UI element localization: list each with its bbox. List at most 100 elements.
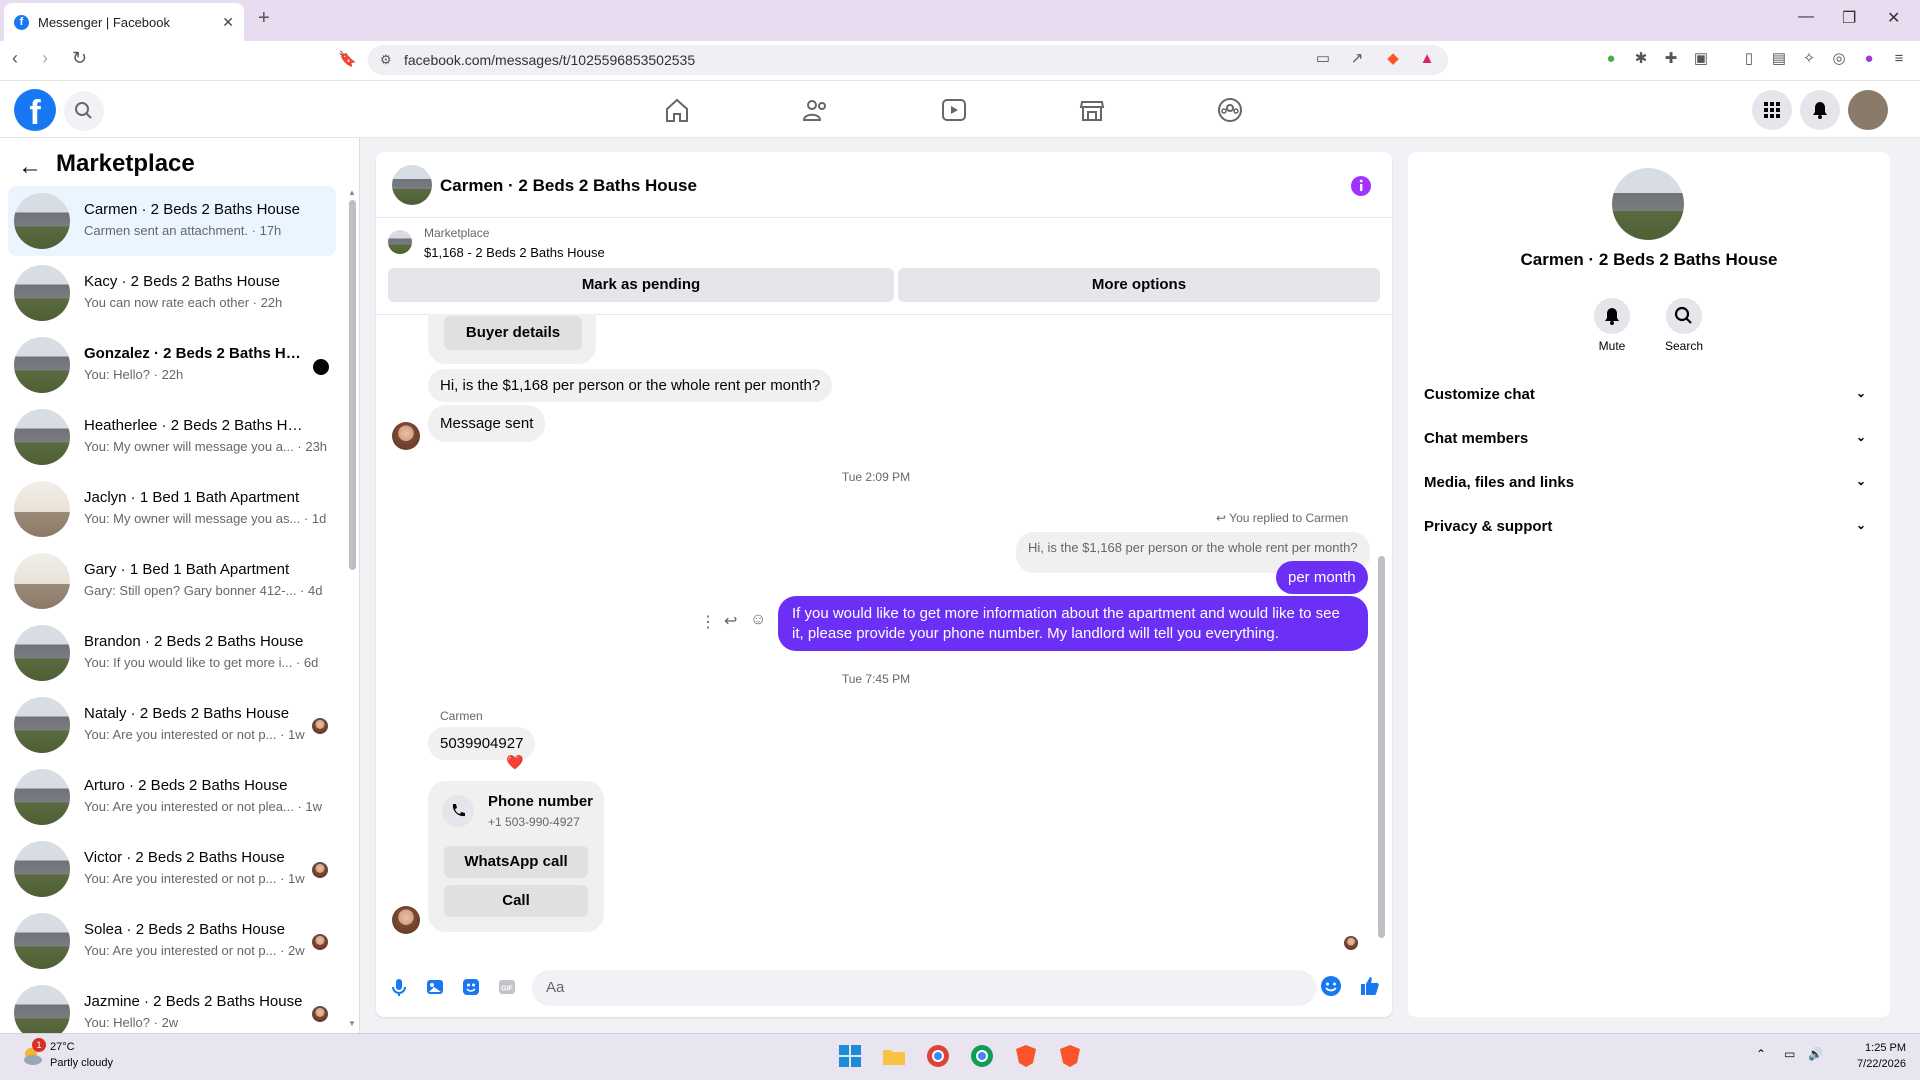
browser-tab[interactable]: f Messenger | Facebook ✕ (4, 3, 244, 41)
extension-box-icon[interactable]: ▣ (1692, 50, 1710, 68)
groups-icon[interactable] (1214, 96, 1246, 124)
message-per-month[interactable]: per month (1276, 561, 1368, 594)
conversation-avatar (14, 625, 70, 681)
chat-members-section[interactable]: Chat members ⌄ (1424, 430, 1876, 447)
reload-icon[interactable]: ↻ (72, 48, 87, 69)
brave-browser-2-icon[interactable] (1056, 1042, 1084, 1070)
message-input[interactable]: Aa (532, 970, 1316, 1006)
chat-avatar[interactable] (392, 165, 432, 205)
privacy-support-section[interactable]: Privacy & support ⌄ (1424, 518, 1876, 535)
wallet-icon[interactable]: ▤ (1770, 50, 1788, 68)
heart-reaction-icon[interactable]: ❤️ (506, 754, 523, 771)
sidebar-toggle-icon[interactable]: ▯ (1740, 50, 1758, 68)
notifications-button[interactable] (1800, 90, 1840, 130)
site-info-icon[interactable]: ⚙ (380, 45, 392, 75)
tray-chevron-icon[interactable]: ⌃ (1756, 1047, 1766, 1061)
more-actions-icon[interactable]: ⋮ (700, 612, 716, 632)
weather-temp: 27°C (50, 1041, 75, 1053)
weather-widget[interactable]: 1 (18, 1038, 46, 1068)
chat-scrollbar-thumb[interactable] (1378, 556, 1385, 938)
leo-ai-icon[interactable]: ✧ (1800, 50, 1818, 68)
carmen-avatar-small[interactable] (392, 422, 420, 450)
forward-icon[interactable]: › (42, 48, 48, 69)
watch-icon[interactable] (938, 96, 970, 124)
conversation-item[interactable]: Jaclyn · 1 Bed 1 Bath Apartment You: My o… (8, 474, 336, 544)
share-icon[interactable]: ↗ (1348, 50, 1366, 68)
tab-close-icon[interactable]: ✕ (222, 14, 234, 31)
conversation-item[interactable]: Gonzalez · 2 Beds 2 Baths Ho... You: Hell… (8, 330, 336, 400)
windows-start-icon[interactable] (836, 1042, 864, 1070)
extension-icon[interactable]: ✱ (1632, 50, 1650, 68)
conversation-item[interactable]: Brandon · 2 Beds 2 Baths House You: If yo… (8, 618, 336, 688)
brave-shield-icon[interactable]: ◆ (1384, 50, 1402, 68)
reply-action-icon[interactable]: ↩ (724, 611, 737, 631)
call-button[interactable]: Call (444, 885, 588, 917)
info-icon[interactable] (1350, 175, 1372, 197)
back-arrow-icon[interactable]: ← (18, 153, 42, 181)
bookmark-icon[interactable]: 🔖 (338, 50, 357, 68)
media-files-section[interactable]: Media, files and links ⌄ (1424, 474, 1876, 491)
menu-grid-button[interactable] (1752, 90, 1792, 130)
brave-rewards-icon[interactable]: ▲ (1418, 50, 1436, 68)
profile-icon[interactable]: ● (1860, 50, 1878, 68)
conversation-item[interactable]: Heatherlee · 2 Beds 2 Baths House You: My… (8, 402, 336, 472)
network-icon[interactable]: ▭ (1784, 1047, 1795, 1061)
conversation-item[interactable]: Gary · 1 Bed 1 Bath Apartment Gary: Still… (8, 546, 336, 616)
more-options-button[interactable]: More options (898, 268, 1380, 302)
window-close-icon[interactable]: ✕ (1887, 8, 1900, 28)
sticker-icon[interactable] (460, 976, 482, 998)
restore-icon[interactable]: ❐ (1842, 8, 1856, 28)
marketplace-icon[interactable] (1076, 96, 1108, 124)
conversation-item[interactable]: Carmen · 2 Beds 2 Baths House Carmen sent… (8, 186, 336, 256)
extensions-puzzle-icon[interactable]: ✚ (1662, 50, 1680, 68)
search-button[interactable] (64, 91, 104, 131)
clock-time[interactable]: 1:25 PM (1836, 1042, 1906, 1054)
info-avatar[interactable] (1612, 168, 1684, 240)
menu-icon[interactable]: ≡ (1890, 50, 1908, 68)
conversation-item[interactable]: Solea · 2 Beds 2 Baths House You: Are you… (8, 906, 336, 976)
back-icon[interactable]: ‹ (12, 48, 18, 69)
conversation-item[interactable]: Arturo · 2 Beds 2 Baths House You: Are yo… (8, 762, 336, 832)
sidebar-scrollbar[interactable] (349, 200, 356, 570)
clock-date[interactable]: 7/22/2026 (1836, 1058, 1906, 1070)
react-icon[interactable]: ☺ (750, 611, 766, 629)
minimize-icon[interactable]: — (1798, 8, 1814, 26)
extension-green-icon[interactable]: ● (1602, 50, 1620, 68)
scroll-down-icon[interactable]: ▼ (348, 1019, 356, 1028)
chat-title[interactable]: Carmen · 2 Beds 2 Baths House (440, 176, 697, 196)
message-long[interactable]: If you would like to get more informatio… (778, 596, 1368, 651)
mark-pending-button[interactable]: Mark as pending (388, 268, 894, 302)
customize-chat-section[interactable]: Customize chat ⌄ (1424, 386, 1876, 403)
cast-icon[interactable]: ▭ (1314, 50, 1332, 68)
image-icon[interactable] (424, 976, 446, 998)
whatsapp-call-button[interactable]: WhatsApp call (444, 846, 588, 878)
chrome-profile-icon[interactable] (968, 1042, 996, 1070)
facebook-logo-icon[interactable]: f (14, 89, 56, 131)
conversation-item[interactable]: Nataly · 2 Beds 2 Baths House You: Are yo… (8, 690, 336, 760)
conversation-item[interactable]: Victor · 2 Beds 2 Baths House You: Are yo… (8, 834, 336, 904)
scroll-up-icon[interactable]: ▲ (348, 188, 356, 197)
file-explorer-icon[interactable] (880, 1042, 908, 1070)
listing-title[interactable]: $1,168 - 2 Beds 2 Baths House (424, 245, 605, 260)
thumbs-up-icon[interactable] (1358, 974, 1382, 998)
search-chat-button[interactable] (1666, 298, 1702, 334)
mute-button[interactable] (1594, 298, 1630, 334)
home-icon[interactable] (661, 96, 693, 124)
buyer-details-button[interactable]: Buyer details (444, 316, 582, 350)
vpn-icon[interactable]: ◎ (1830, 50, 1848, 68)
account-avatar[interactable] (1848, 90, 1888, 130)
gif-icon[interactable]: GIF (496, 976, 518, 998)
address-bar[interactable]: ⚙ facebook.com/messages/t/10255968535025… (368, 45, 1448, 75)
brave-browser-icon[interactable] (1012, 1042, 1040, 1070)
message-sent-bubble[interactable]: Message sent (428, 405, 546, 442)
url-text: facebook.com/messages/t/1025596853502535 (404, 52, 696, 68)
chrome-icon[interactable] (924, 1042, 952, 1070)
microphone-icon[interactable] (388, 976, 410, 998)
conversation-item[interactable]: Kacy · 2 Beds 2 Baths House You can now r… (8, 258, 336, 328)
volume-icon[interactable]: 🔊 (1808, 1047, 1823, 1061)
emoji-icon[interactable] (1320, 975, 1342, 997)
new-tab-icon[interactable]: + (258, 7, 270, 30)
carmen-avatar-small-2[interactable] (392, 906, 420, 934)
friends-icon[interactable] (800, 96, 832, 124)
message-question[interactable]: Hi, is the $1,168 per person or the whol… (428, 369, 833, 402)
